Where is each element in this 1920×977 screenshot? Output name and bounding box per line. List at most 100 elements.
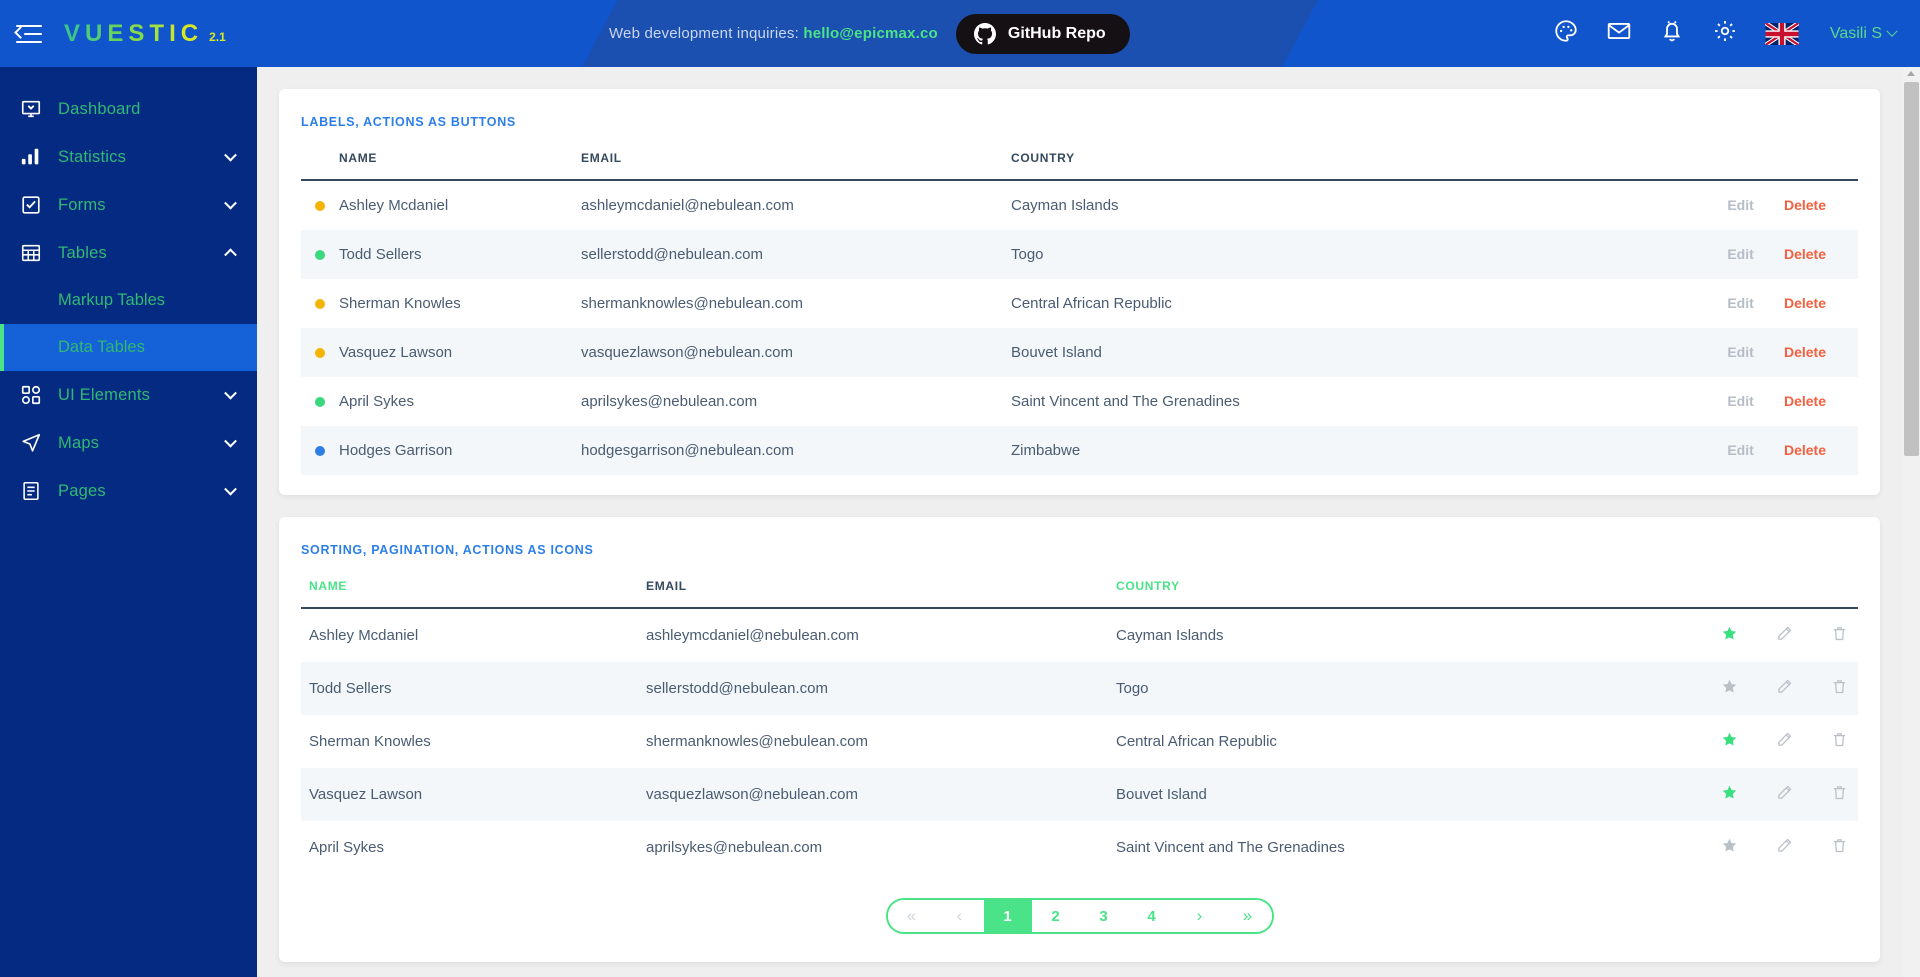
labels-actions-card: LABELS, ACTIONS AS BUTTONS NAME EMAIL CO… <box>279 89 1880 495</box>
pagination-page-1[interactable]: 1 <box>983 900 1032 932</box>
trash-icon[interactable] <box>1831 837 1848 858</box>
pagination-last-button[interactable]: » <box>1223 900 1272 932</box>
sidebar-item-data-tables[interactable]: Data Tables <box>0 324 257 371</box>
delete-button[interactable]: Delete <box>1784 295 1826 311</box>
edit-button[interactable]: Edit <box>1727 344 1753 360</box>
pagination-page-2[interactable]: 2 <box>1031 900 1080 932</box>
delete-button[interactable]: Delete <box>1784 442 1826 458</box>
cell-email: aprilsykes@nebulean.com <box>646 839 823 856</box>
table-head: NAME EMAIL COUNTRY <box>301 151 1858 181</box>
pagination-page-4[interactable]: 4 <box>1127 900 1176 932</box>
trash-icon[interactable] <box>1831 784 1848 805</box>
pagination-first-button[interactable]: « <box>887 900 936 932</box>
uk-flag-icon[interactable] <box>1764 22 1799 45</box>
cell-actions: Edit Delete <box>1550 230 1858 279</box>
sidebar-item-label: Maps <box>58 433 100 452</box>
row-name-text: Todd Sellers <box>339 246 422 263</box>
column-header-country[interactable]: COUNTRY <box>1116 579 1541 609</box>
status-dot <box>315 200 325 211</box>
scrollbar-thumb[interactable] <box>1904 82 1919 456</box>
cell-actions: Edit Delete <box>1550 328 1858 377</box>
tables-icon <box>18 240 44 266</box>
edit-button[interactable]: Edit <box>1727 246 1753 262</box>
maps-icon <box>18 430 44 456</box>
column-header-email: EMAIL <box>581 151 1011 181</box>
star-icon[interactable] <box>1721 784 1738 805</box>
edit-button[interactable]: Edit <box>1727 295 1753 311</box>
sidebar-item-maps[interactable]: Maps <box>0 419 257 467</box>
pagination-next-button[interactable]: › <box>1175 900 1224 932</box>
sidebar-item-markup-tables[interactable]: Markup Tables <box>0 277 257 324</box>
pencil-icon[interactable] <box>1776 625 1793 646</box>
cell-country: Togo <box>1011 246 1044 263</box>
sidebar-collapse-icon[interactable] <box>14 23 42 45</box>
sidebar-item-ui-elements[interactable]: UI Elements <box>0 371 257 419</box>
delete-button[interactable]: Delete <box>1784 393 1826 409</box>
mail-icon[interactable] <box>1606 18 1632 49</box>
pencil-icon[interactable] <box>1776 731 1793 752</box>
cell-actions: Edit Delete <box>1550 377 1858 426</box>
cell-icon-actions <box>1540 608 1858 662</box>
cell-country: Cayman Islands <box>1116 627 1224 644</box>
row-name-text: April Sykes <box>339 393 415 410</box>
chevron-down-icon <box>224 148 237 162</box>
delete-button[interactable]: Delete <box>1784 344 1826 360</box>
trash-icon[interactable] <box>1831 731 1848 752</box>
sidebar-item-pages[interactable]: Pages <box>0 467 257 515</box>
cell-icon-actions <box>1540 662 1858 715</box>
cell-country: Central African Republic <box>1116 733 1277 750</box>
star-icon[interactable] <box>1721 837 1738 858</box>
bell-icon[interactable] <box>1659 18 1685 49</box>
sidebar-item-label: Tables <box>58 243 107 262</box>
column-header-name[interactable]: NAME <box>301 579 646 609</box>
status-dot <box>315 347 325 358</box>
sidebar-item-label: Statistics <box>58 147 127 166</box>
edit-button[interactable]: Edit <box>1727 393 1753 409</box>
labels-actions-table: NAME EMAIL COUNTRY Ashley Mcdaniel ashle… <box>301 151 1858 475</box>
gear-icon[interactable] <box>1712 18 1738 49</box>
logo-letter: I <box>169 19 181 47</box>
star-icon[interactable] <box>1721 625 1738 646</box>
star-icon[interactable] <box>1721 678 1738 699</box>
cell-actions: Edit Delete <box>1550 426 1858 475</box>
inquiry-email-link[interactable]: hello@epicmax.co <box>803 25 938 42</box>
star-icon[interactable] <box>1721 731 1738 752</box>
card-title: LABELS, ACTIONS AS BUTTONS <box>301 115 516 129</box>
pencil-icon[interactable] <box>1776 784 1793 805</box>
column-header-actions <box>1550 151 1858 181</box>
edit-button[interactable]: Edit <box>1727 442 1753 458</box>
cell-email: hodgesgarrison@nebulean.com <box>581 442 794 459</box>
cell-country: Zimbabwe <box>1011 442 1081 459</box>
trash-icon[interactable] <box>1831 625 1848 646</box>
cell-email: ashleymcdaniel@nebulean.com <box>646 627 859 644</box>
pencil-icon[interactable] <box>1776 837 1793 858</box>
sidebar-item-forms[interactable]: Forms <box>0 181 257 229</box>
logo-letter: V <box>64 19 86 47</box>
github-repo-label: GitHub Repo <box>1007 24 1106 42</box>
user-menu-button[interactable]: Vasili S <box>1830 25 1898 43</box>
pagination-prev-button[interactable]: ‹ <box>935 900 984 932</box>
cell-country: Saint Vincent and The Grenadines <box>1011 393 1240 410</box>
cell-email: shermanknowles@nebulean.com <box>581 295 804 312</box>
pagination-page-3[interactable]: 3 <box>1079 900 1128 932</box>
scroll-up-arrow-icon[interactable] <box>1907 71 1915 76</box>
sidebar-item-statistics[interactable]: Statistics <box>0 133 257 181</box>
delete-button[interactable]: Delete <box>1784 197 1826 213</box>
pencil-icon[interactable] <box>1776 678 1793 699</box>
cell-name: Todd Sellers <box>309 680 392 697</box>
vertical-scrollbar[interactable] <box>1903 67 1920 977</box>
trash-icon[interactable] <box>1831 678 1848 699</box>
column-header-country: COUNTRY <box>1011 151 1551 181</box>
delete-button[interactable]: Delete <box>1784 246 1826 262</box>
sidebar-item-dashboard[interactable]: Dashboard <box>0 85 257 133</box>
row-name-text: Ashley Mcdaniel <box>339 197 449 214</box>
table-body: Ashley Mcdaniel ashleymcdaniel@nebulean.… <box>301 180 1858 475</box>
table-header-row: NAME EMAIL COUNTRY <box>301 579 1858 609</box>
cell-email: sellerstodd@nebulean.com <box>646 680 828 697</box>
palette-icon[interactable] <box>1553 18 1579 49</box>
sidebar-item-tables[interactable]: Tables <box>0 229 257 277</box>
github-repo-button[interactable]: GitHub Repo <box>955 13 1130 54</box>
logo-letter: U <box>85 19 108 47</box>
edit-button[interactable]: Edit <box>1727 197 1753 213</box>
column-header-email[interactable]: EMAIL <box>646 579 1116 609</box>
